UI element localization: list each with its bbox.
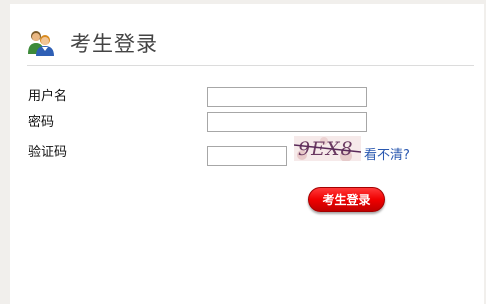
refresh-captcha-link[interactable]: 看不清? bbox=[364, 147, 410, 164]
password-input[interactable] bbox=[207, 112, 367, 132]
captcha-image[interactable]: 9EX8 bbox=[293, 136, 362, 162]
username-input[interactable] bbox=[207, 87, 367, 107]
page-title: 考生登录 bbox=[70, 32, 158, 56]
username-label: 用户名 bbox=[28, 89, 68, 104]
password-label: 密码 bbox=[28, 115, 55, 130]
login-button[interactable]: 考生登录 bbox=[308, 187, 385, 212]
captcha-label: 验证码 bbox=[28, 145, 68, 160]
captcha-input[interactable] bbox=[207, 146, 287, 166]
user-group-icon bbox=[27, 30, 55, 56]
login-header: 考生登录 bbox=[27, 29, 474, 66]
